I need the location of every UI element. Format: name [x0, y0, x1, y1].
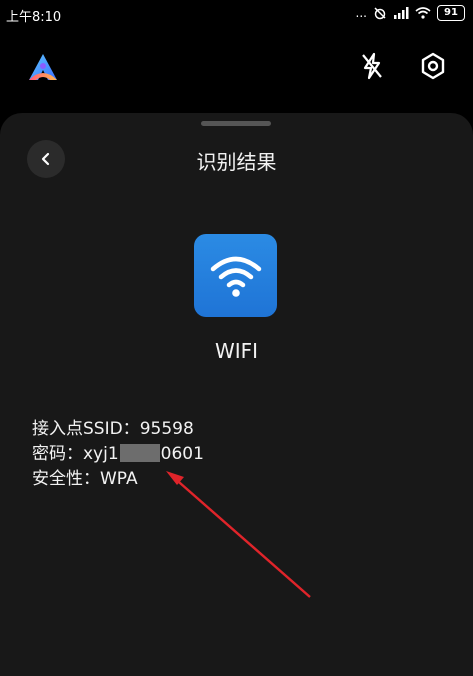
annotation-arrow: [166, 471, 311, 598]
